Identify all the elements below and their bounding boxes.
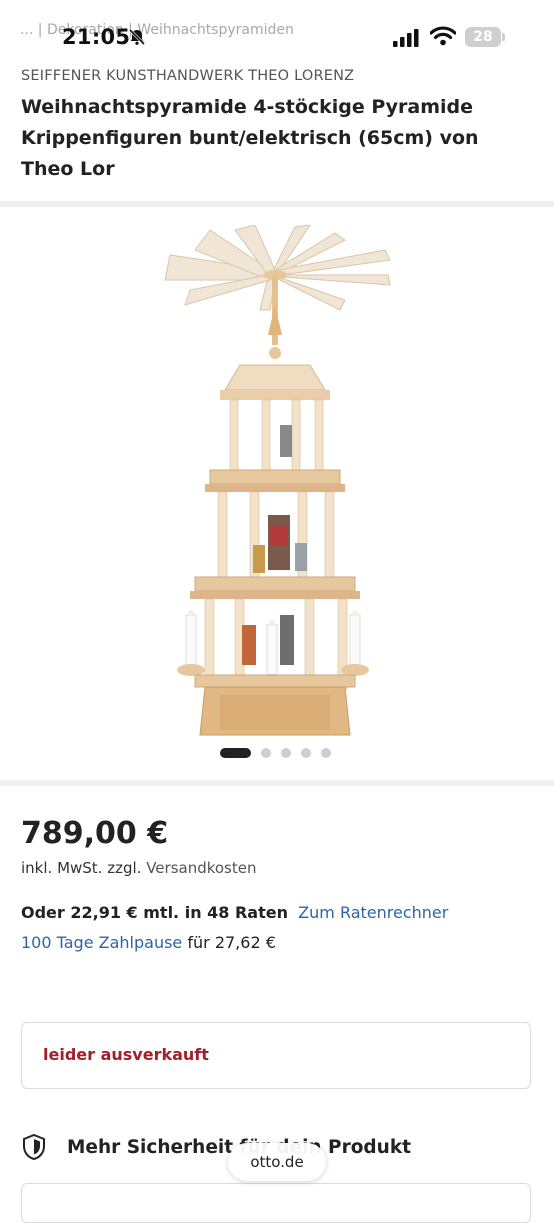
browser-url-pill[interactable]: otto.de: [228, 1143, 326, 1181]
availability-box: leider ausverkauft: [21, 1022, 531, 1089]
pagination-dot-active[interactable]: [220, 748, 251, 758]
battery-icon: 28: [465, 27, 501, 47]
security-section[interactable]: Mehr Sicherheit für dein Produkt: [21, 1133, 411, 1161]
installment-info: Oder 22,91 € mtl. in 48 Raten Zum Ratenr…: [21, 903, 448, 922]
sold-out-label: leider ausverkauft: [43, 1045, 209, 1064]
cellular-signal-icon: [393, 29, 419, 47]
wifi-icon: [430, 26, 456, 46]
bell-muted-icon: [128, 28, 146, 46]
protection-option-box[interactable]: [21, 1183, 531, 1223]
pagination-dot[interactable]: [301, 748, 311, 758]
shield-icon: [23, 1133, 45, 1161]
pagination-dot[interactable]: [261, 748, 271, 758]
product-title: Weihnachtspyramide 4-stöckige Pyramide K…: [21, 96, 479, 180]
tax-info: inkl. MwSt. zzgl. Versandkosten: [21, 859, 257, 877]
pagination-dot[interactable]: [321, 748, 331, 758]
gallery-pagination[interactable]: [220, 748, 331, 758]
tax-text: inkl. MwSt. zzgl.: [21, 859, 142, 877]
clock: 21:05: [62, 25, 131, 49]
payment-pause-info: 100 Tage Zahlpause für 27,62 €: [21, 933, 276, 952]
product-price: 789,00 €: [21, 816, 169, 851]
rate-calculator-link[interactable]: Zum Ratenrechner: [298, 903, 448, 922]
battery-cap: [502, 33, 505, 41]
divider: [0, 780, 554, 786]
installment-text: Oder 22,91 € mtl. in 48 Raten: [21, 903, 288, 922]
christmas-pyramid-image: [164, 225, 391, 736]
shipping-costs-link[interactable]: Versandkosten: [146, 859, 256, 877]
pagination-dot[interactable]: [281, 748, 291, 758]
payment-pause-text: für 27,62 €: [187, 933, 276, 952]
payment-pause-link[interactable]: 100 Tage Zahlpause: [21, 933, 182, 952]
brand-name[interactable]: SEIFFENER KUNSTHANDWERK THEO LORENZ: [21, 68, 354, 84]
status-bar: ... | Dekoration | Weihnachtspyramiden 2…: [0, 0, 554, 62]
product-image-gallery[interactable]: [0, 207, 554, 780]
